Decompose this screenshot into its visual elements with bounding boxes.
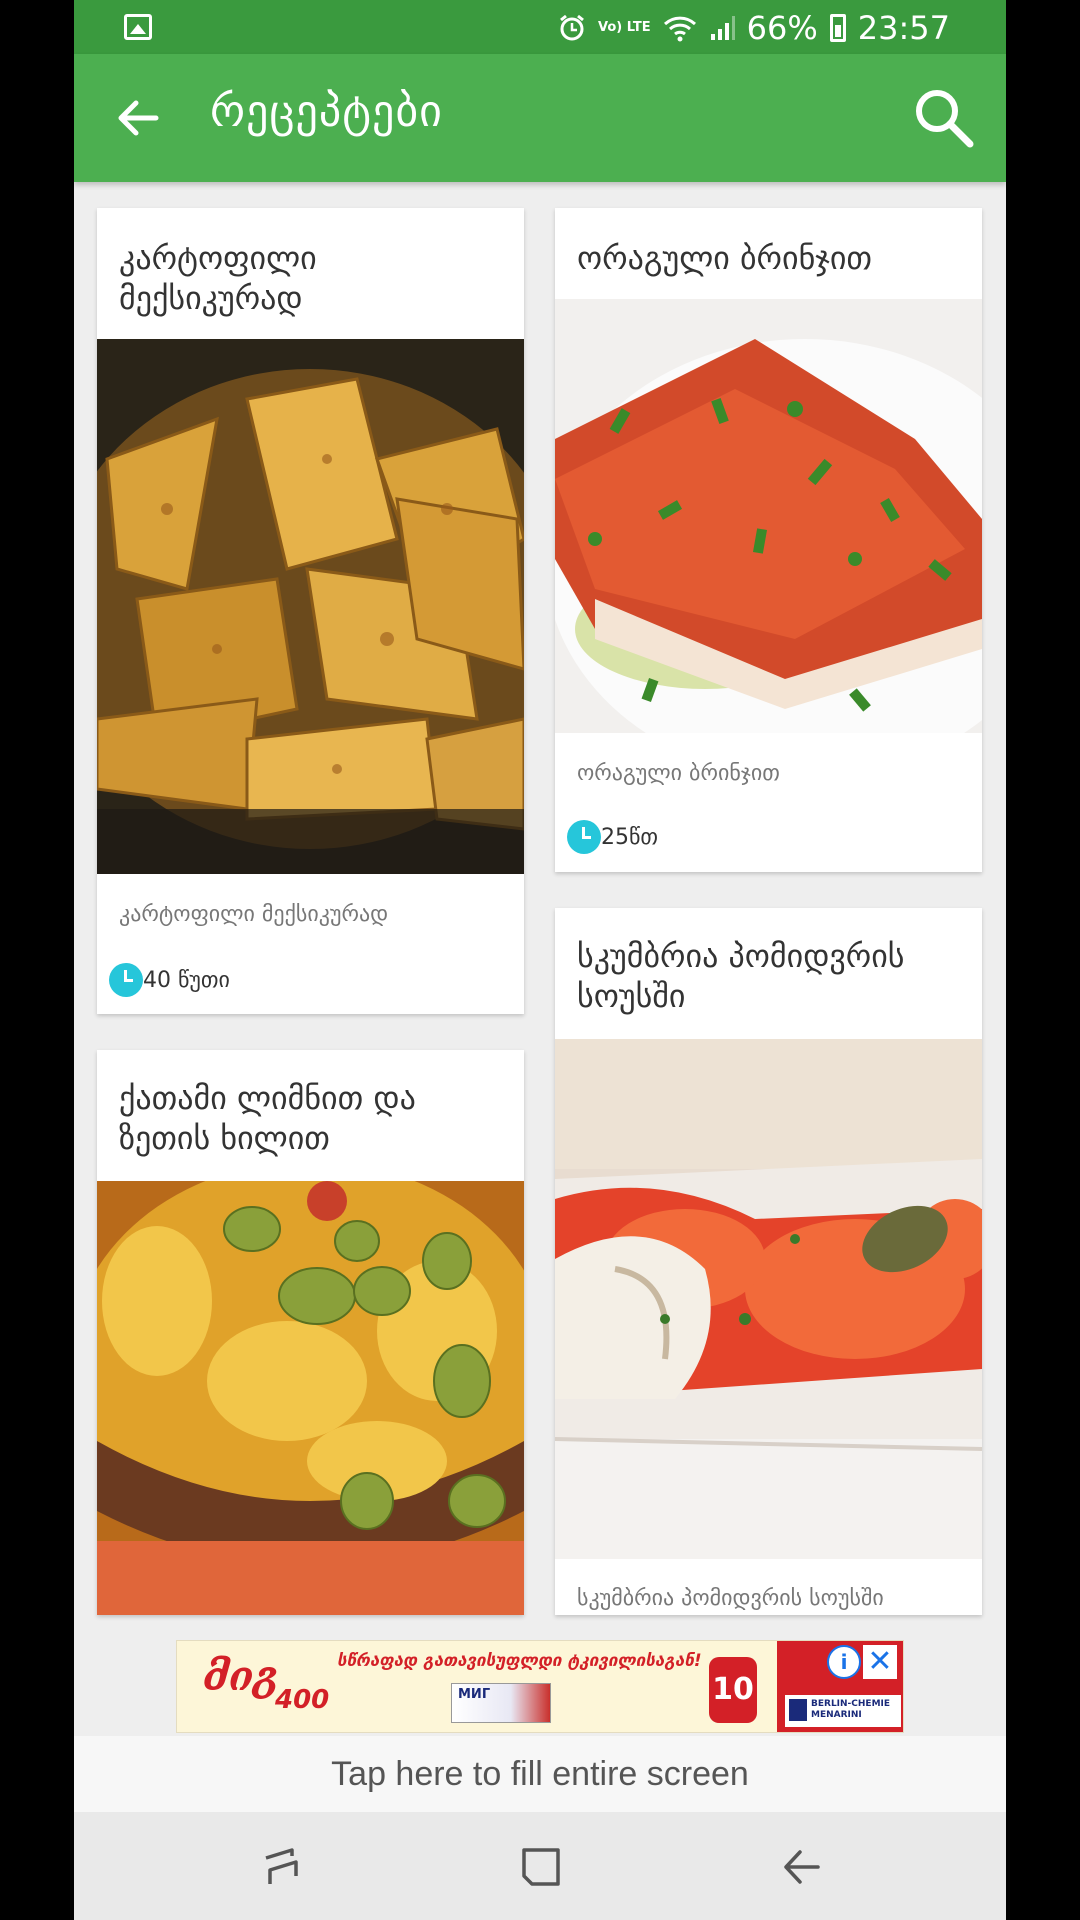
network-type-label: Vo) LTE xyxy=(598,20,651,35)
navigation-bar xyxy=(74,1812,1006,1920)
ad-brand-logo: მიგ xyxy=(203,1653,280,1700)
wifi-icon xyxy=(663,16,696,42)
fill-screen-bar[interactable]: Tap here to fill entire screen xyxy=(74,1736,1006,1812)
back-arrow-icon[interactable] xyxy=(108,88,168,148)
ad-banner[interactable]: მიგ 400 სწრაფად გათავისუფლდი ტკივილისაგა… xyxy=(176,1640,904,1733)
signal-icon xyxy=(710,16,735,40)
recipe-image xyxy=(555,1039,982,1559)
gallery-notification-icon xyxy=(124,14,152,40)
close-icon[interactable]: ✕ xyxy=(863,1645,897,1679)
search-icon[interactable] xyxy=(910,84,976,150)
ad-badge: 10 xyxy=(709,1657,757,1723)
cook-time-label: 25წთ xyxy=(601,824,658,850)
status-bar: Vo) LTE 66% 23:57 xyxy=(74,0,1006,54)
ad-company: BERLIN-CHEMIE MENARINI xyxy=(785,1695,901,1727)
page-title: რეცეპტები xyxy=(210,86,443,137)
info-icon[interactable]: i xyxy=(827,1645,861,1679)
recipe-title: სკუმბრია პომიდვრის სოუსში xyxy=(577,937,905,1015)
recipe-title: ორაგული ბრინჯით xyxy=(577,239,873,277)
recipe-subtitle: სკუმბრია პომიდვრის სოუსში xyxy=(577,1586,884,1611)
company-logo-icon xyxy=(789,1699,807,1721)
recipe-card[interactable]: კარტოფილი მექსიკურად კარტოფილი მექსიკურა… xyxy=(97,208,524,1014)
back-nav-icon[interactable] xyxy=(774,1840,828,1894)
clock-icon xyxy=(567,820,601,854)
clock-icon xyxy=(109,963,143,997)
status-icons: Vo) LTE 66% 23:57 xyxy=(558,8,950,48)
ad-pack-label: МИГ xyxy=(458,1687,491,1702)
recipe-subtitle: ორაგული ბრინჯით xyxy=(577,761,780,786)
battery-percent: 66% xyxy=(746,9,818,47)
recipe-subtitle: კარტოფილი მექსიკურად xyxy=(119,902,389,927)
battery-icon xyxy=(829,14,846,42)
recipe-image xyxy=(97,1181,524,1615)
recipe-card[interactable]: ორაგული ბრინჯით ორაგული ბრინჯით 25წთ xyxy=(555,208,982,872)
recipe-card[interactable]: სკუმბრია პომიდვრის სოუსში სკუმბრია პომიდ… xyxy=(555,908,982,1615)
app-screen: Vo) LTE 66% 23:57 რეცეპტები კარტოფილი მე… xyxy=(74,0,1006,1920)
ad-dose: 400 xyxy=(275,1685,330,1715)
app-bar: რეცეპტები xyxy=(74,54,1006,182)
clock-time: 23:57 xyxy=(857,9,950,47)
home-icon[interactable] xyxy=(514,1840,568,1894)
recipe-title: ქათამი ლიმნით და ზეთის ხილით xyxy=(119,1079,416,1157)
recipe-card[interactable]: ქათამი ლიმნით და ზეთის ხილით xyxy=(97,1050,524,1615)
recipe-image xyxy=(97,339,524,874)
ad-headline: სწრაფად გათავისუფლდი ტკივილისაგან! xyxy=(337,1651,702,1671)
recipe-image xyxy=(555,299,982,733)
recent-apps-icon[interactable] xyxy=(254,1840,308,1894)
ad-product-pack: МИГ xyxy=(451,1683,551,1723)
cook-time: 25წთ xyxy=(567,820,658,854)
recipe-title: კარტოფილი მექსიკურად xyxy=(119,239,317,317)
alarm-icon xyxy=(560,14,584,41)
cook-time-label: 40 წუთი xyxy=(143,967,230,993)
ad-company-label: BERLIN-CHEMIE MENARINI xyxy=(811,1699,891,1720)
cook-time: 40 წუთი xyxy=(109,963,230,997)
